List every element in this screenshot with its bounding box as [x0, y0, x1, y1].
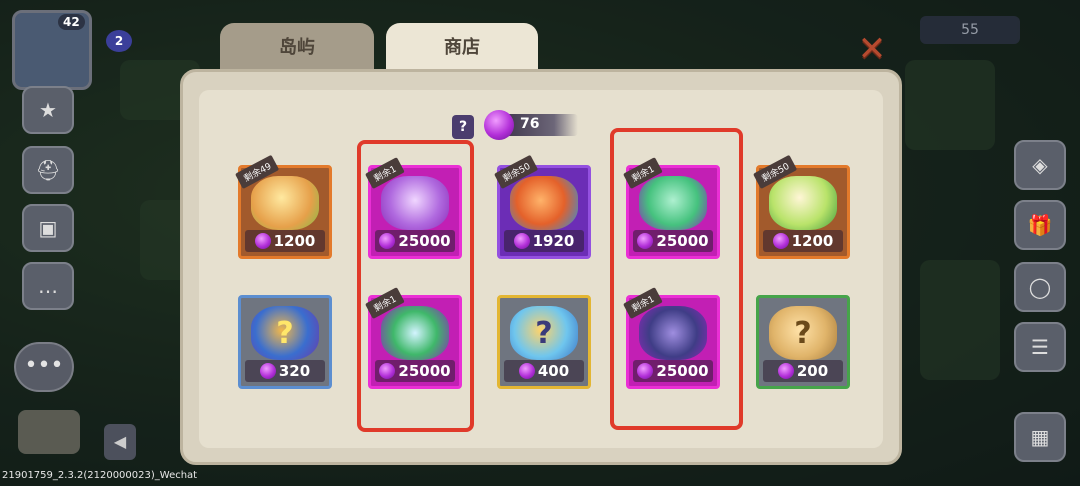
shop-item-crystal-mystery-egg[interactable]: ? 400 — [497, 295, 591, 389]
prev-arrow-icon[interactable]: ◀ — [104, 424, 136, 460]
price-tag: 320 — [245, 360, 325, 382]
help-button[interactable]: ? — [452, 115, 474, 139]
mystery-egg-icon: ? — [251, 306, 319, 360]
mystery-egg-icon: ? — [510, 306, 578, 360]
shop-item-spiky-mystery-egg[interactable]: ? 200 — [756, 295, 850, 389]
price-value: 1920 — [532, 232, 575, 250]
price-value: 320 — [278, 362, 311, 380]
build-info: 21901759_2.3.2(2120000023)_Wechat — [2, 470, 198, 481]
shop-item-mystery-dragon-egg[interactable]: ? 320 — [238, 295, 332, 389]
gem-icon — [772, 233, 789, 249]
more-button[interactable]: ••• — [14, 342, 74, 392]
gem-balance-value: 76 — [520, 116, 540, 132]
price-value: 200 — [796, 362, 829, 380]
price-tag: 1920 — [504, 230, 584, 252]
gem-icon — [259, 363, 276, 379]
price-tag: 1200 — [245, 230, 325, 252]
egg-icon — [510, 176, 578, 230]
gem-icon — [518, 363, 535, 379]
egg-icon[interactable]: ◯ — [1014, 262, 1066, 312]
book-icon[interactable]: ▣ — [22, 204, 74, 252]
shop-item-vine-egg[interactable]: 剩余49 1200 — [235, 154, 332, 259]
map-icon[interactable] — [18, 410, 80, 454]
shop-item-fire-egg[interactable]: 剩余50 1920 — [494, 154, 591, 259]
price-value: 1200 — [791, 232, 834, 250]
highlight-box-left — [357, 140, 474, 432]
helmet-icon[interactable]: ⛑ — [22, 146, 74, 194]
left-hud: 42 ★ ⛑ ▣ … ••• — [0, 0, 100, 486]
player-level: 42 — [58, 14, 85, 30]
price-value: 1200 — [273, 232, 316, 250]
gem-icon — [777, 363, 794, 379]
chest-icon[interactable]: ▦ — [1014, 412, 1066, 462]
tab-shop[interactable]: 商店 — [386, 23, 538, 75]
gem-icon — [254, 233, 271, 249]
mystery-egg-icon: ? — [769, 306, 837, 360]
chat-icon[interactable]: … — [22, 262, 74, 310]
close-button[interactable]: ✕ — [852, 29, 892, 69]
highlight-box-right — [610, 128, 743, 430]
gem-icon — [484, 110, 514, 140]
price-tag: 400 — [504, 360, 584, 382]
shield-icon[interactable]: ◈ — [1014, 140, 1066, 190]
gem-balance: 76 — [484, 110, 580, 140]
egg-icon — [769, 176, 837, 230]
shop-panel-inner — [199, 90, 883, 448]
price-value: 400 — [537, 362, 570, 380]
price-tag: 1200 — [763, 230, 843, 252]
currency-display: 55 — [920, 16, 1020, 44]
notification-badge: 2 — [106, 30, 132, 52]
quest-icon[interactable]: ☰ — [1014, 322, 1066, 372]
star-icon[interactable]: ★ — [22, 86, 74, 134]
tab-island[interactable]: 岛屿 — [220, 23, 374, 75]
gift-icon[interactable]: 🎁 — [1014, 200, 1066, 250]
price-tag: 200 — [763, 360, 843, 382]
shop-item-leaf-egg[interactable]: 剩余50 1200 — [753, 154, 850, 259]
egg-icon — [251, 176, 319, 230]
gem-icon — [513, 233, 530, 249]
